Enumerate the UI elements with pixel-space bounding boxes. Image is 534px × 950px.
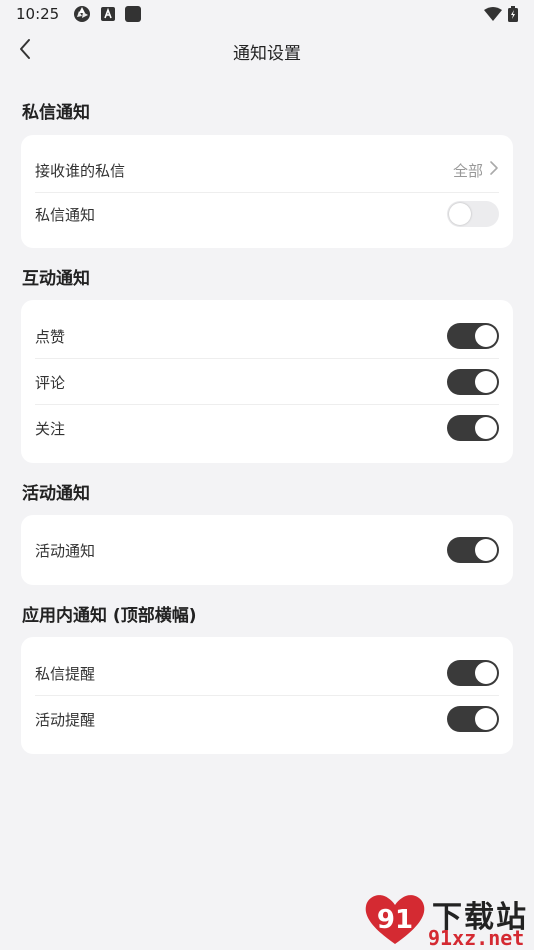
toggle-private-message-notify[interactable] (447, 201, 499, 227)
status-bar: 10:25 (0, 0, 534, 28)
row-activity-reminder: 活动提醒 (35, 696, 499, 742)
watermark-url: 91xz.net (428, 926, 525, 950)
toggle-activity-reminder[interactable] (447, 706, 499, 732)
row-like: 点赞 (35, 313, 499, 359)
row-label: 私信通知 (35, 205, 96, 224)
row-label: 活动通知 (35, 541, 96, 560)
row-value-group: 全部 (453, 160, 499, 181)
toggle-knob (475, 662, 497, 684)
chevron-left-icon (18, 38, 32, 64)
section-title-activity: 活动通知 (22, 484, 90, 504)
app-bar: 通知设置 (0, 28, 534, 74)
row-activity-notify: 活动通知 (35, 527, 499, 573)
watermark: 91 下载站 91xz.net (362, 890, 534, 950)
row-comment: 评论 (35, 359, 499, 405)
row-follow: 关注 (35, 405, 499, 451)
row-message-receivers[interactable]: 接收谁的私信 全部 (35, 147, 499, 193)
toggle-follow[interactable] (447, 415, 499, 441)
section-title-private-message: 私信通知 (22, 103, 90, 123)
toggle-knob (475, 708, 497, 730)
watermark-logo-text: 91 (377, 905, 413, 935)
row-label: 活动提醒 (35, 710, 96, 729)
card-in-app: 私信提醒 活动提醒 (21, 637, 513, 754)
card-private-message: 接收谁的私信 全部 私信通知 (21, 135, 513, 248)
toggle-activity-notify[interactable] (447, 537, 499, 563)
toggle-knob (449, 203, 471, 225)
app-a-icon (101, 7, 116, 21)
battery-icon (508, 6, 518, 22)
row-label: 关注 (35, 419, 66, 438)
status-notification-icons (73, 5, 142, 23)
status-system-icons (484, 6, 518, 22)
toggle-like[interactable] (447, 323, 499, 349)
row-value: 全部 (452, 161, 483, 180)
row-private-message-notify: 私信通知 (35, 191, 499, 237)
toggle-knob (475, 539, 497, 561)
row-label: 接收谁的私信 (35, 161, 126, 180)
chevron-right-icon (489, 160, 499, 180)
page-title: 通知设置 (233, 43, 301, 64)
wifi-icon (484, 7, 502, 21)
app-square-icon (125, 6, 142, 22)
toggle-knob (475, 371, 497, 393)
section-title-in-app: 应用内通知 (顶部横幅) (22, 606, 197, 626)
row-message-reminder: 私信提醒 (35, 650, 499, 696)
toggle-knob (475, 325, 497, 347)
status-time: 10:25 (16, 5, 60, 23)
section-title-interaction: 互动通知 (22, 269, 90, 289)
row-label: 点赞 (35, 327, 66, 346)
toggle-comment[interactable] (447, 369, 499, 395)
card-interaction: 点赞 评论 关注 (21, 300, 513, 463)
aperture-icon (73, 5, 91, 23)
toggle-message-reminder[interactable] (447, 660, 499, 686)
back-button[interactable] (10, 36, 40, 66)
card-activity: 活动通知 (21, 515, 513, 585)
row-label: 私信提醒 (35, 664, 96, 683)
row-label: 评论 (35, 373, 66, 392)
toggle-knob (475, 417, 497, 439)
